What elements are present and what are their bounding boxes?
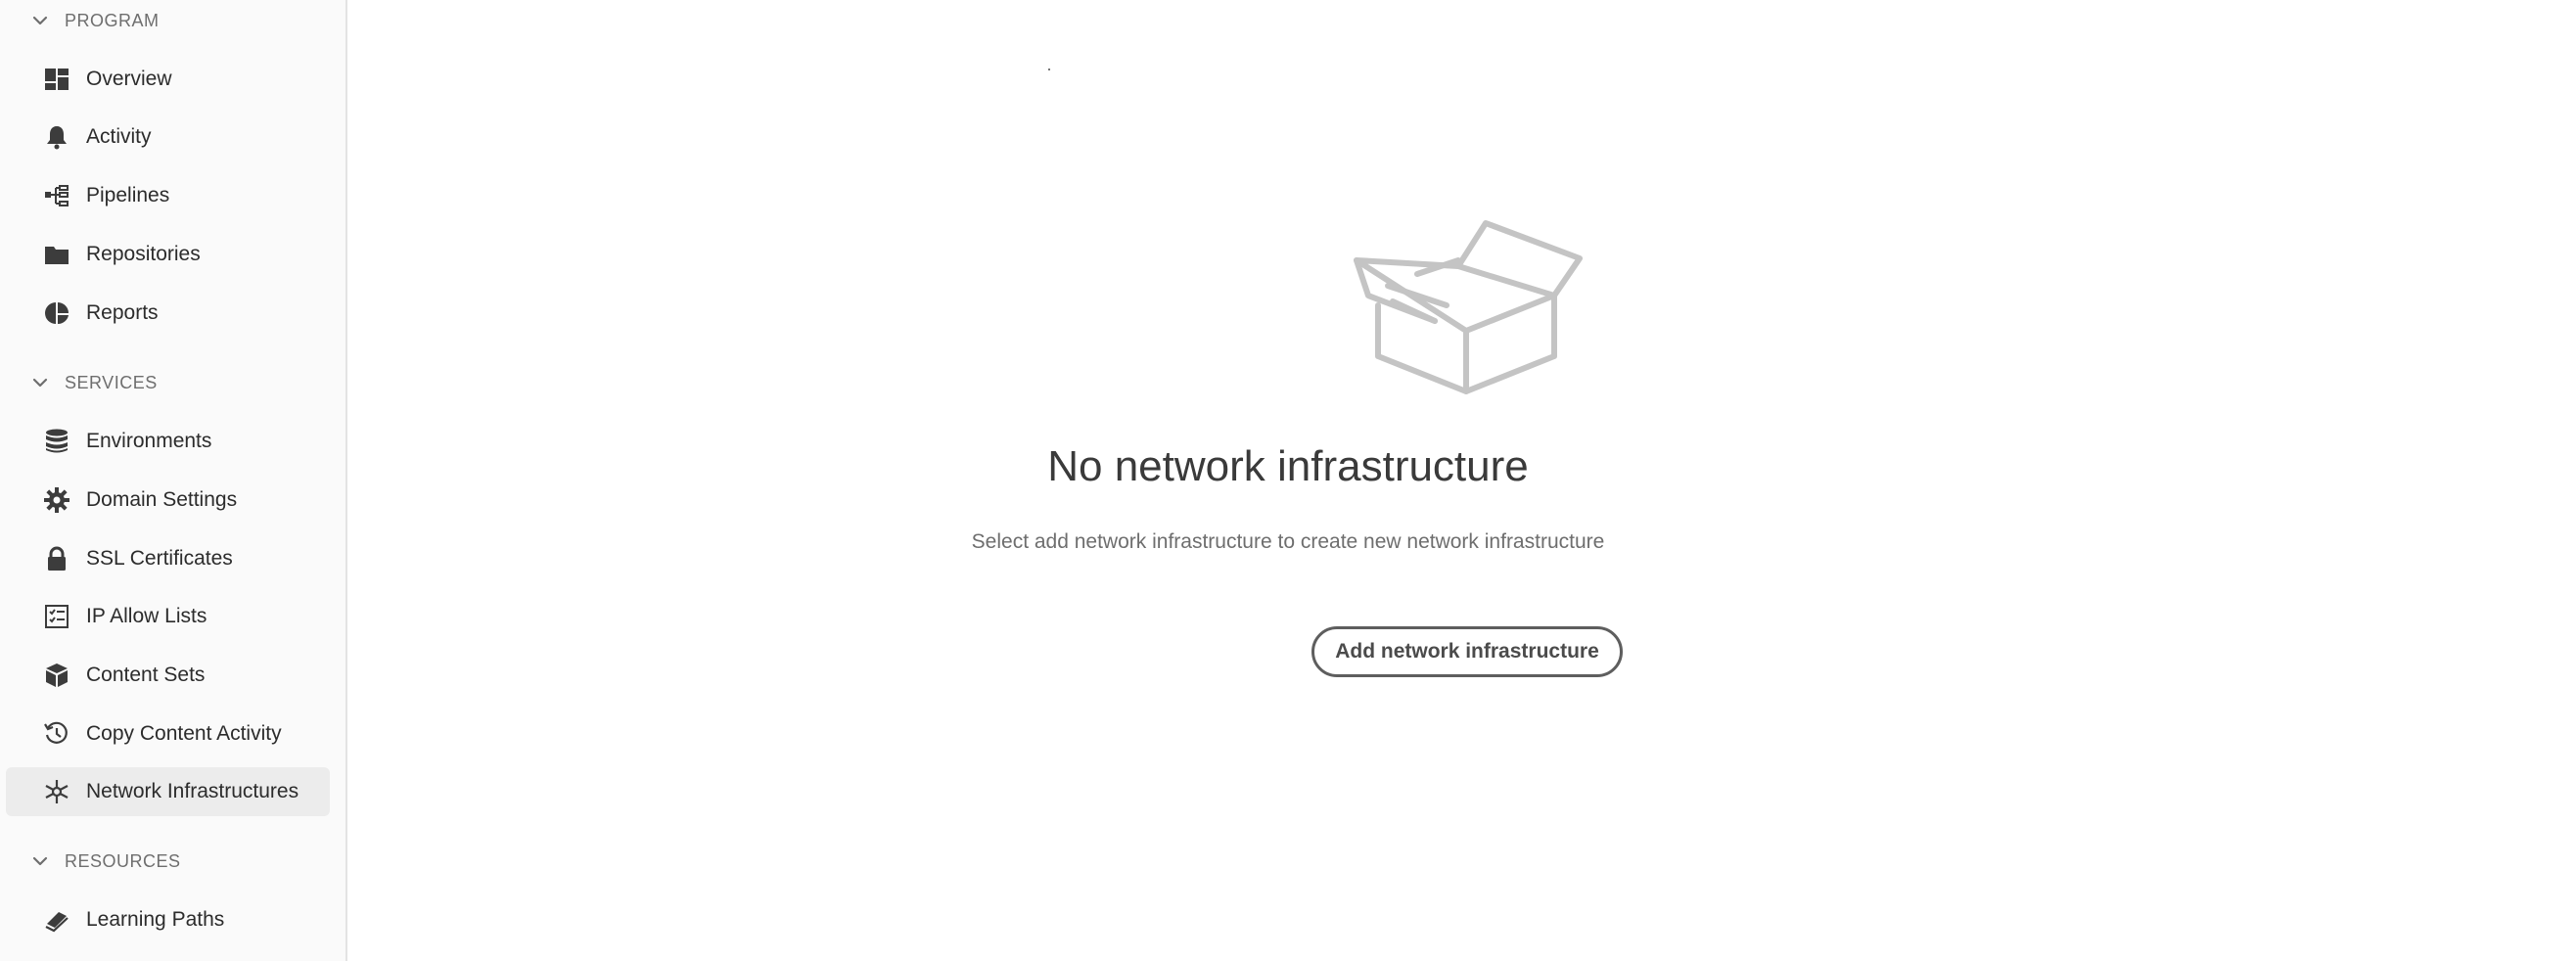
- sidebar-item-label: Copy Content Activity: [86, 722, 282, 745]
- stray-dot: [1048, 69, 1050, 70]
- dashboard-icon: [43, 66, 70, 93]
- pie-chart-icon: [43, 299, 70, 327]
- section-header-program[interactable]: PROGRAM: [29, 7, 160, 34]
- sidebar-item-repositories[interactable]: Repositories: [6, 230, 330, 279]
- empty-box-icon: [1354, 220, 1583, 394]
- section-header-services[interactable]: SERVICES: [29, 369, 158, 396]
- sidebar-item-label: Pipelines: [86, 184, 170, 206]
- sidebar-item-label: Domain Settings: [86, 488, 238, 511]
- chevron-down-icon: [29, 850, 51, 872]
- section-label: PROGRAM: [65, 10, 160, 30]
- sidebar-item-reports[interactable]: Reports: [6, 289, 330, 338]
- pipeline-icon: [43, 182, 70, 209]
- sidebar-item-activity[interactable]: Activity: [6, 113, 330, 161]
- sidebar-item-label: Overview: [86, 68, 172, 90]
- sidebar-item-label: Repositories: [86, 243, 201, 265]
- learning-icon: [43, 906, 70, 934]
- box-icon: [43, 662, 70, 689]
- sidebar-item-label: Network Infrastructures: [86, 780, 299, 802]
- sidebar-item-label: Learning Paths: [86, 908, 225, 931]
- empty-state-description: Select add network infrastructure to cre…: [971, 530, 1605, 553]
- sidebar-item-learning-paths[interactable]: Learning Paths: [6, 895, 330, 944]
- checklist-icon: [43, 603, 70, 630]
- chevron-down-icon: [29, 10, 51, 31]
- network-icon: [43, 778, 70, 805]
- empty-state-title: No network infrastructure: [1047, 442, 1529, 490]
- sidebar-item-ip-allow-lists[interactable]: IP Allow Lists: [6, 592, 330, 641]
- sidebar-item-label: Reports: [86, 301, 159, 324]
- chevron-down-icon: [29, 372, 51, 393]
- section-label: RESOURCES: [65, 850, 181, 871]
- sidebar-item-label: Activity: [86, 125, 152, 148]
- sidebar-item-label: Content Sets: [86, 664, 206, 686]
- sidebar-item-label: IP Allow Lists: [86, 605, 207, 627]
- section-header-resources[interactable]: RESOURCES: [29, 847, 181, 875]
- sidebar-item-network-infrastructures[interactable]: Network Infrastructures: [6, 767, 330, 816]
- sidebar-item-pipelines[interactable]: Pipelines: [6, 171, 330, 220]
- section-label: SERVICES: [65, 372, 158, 392]
- sidebar-item-overview[interactable]: Overview: [6, 55, 330, 104]
- sidebar-item-content-sets[interactable]: Content Sets: [6, 651, 330, 700]
- bell-icon: [43, 123, 70, 151]
- history-icon: [43, 720, 70, 748]
- add-network-infrastructure-button[interactable]: Add network infrastructure: [1311, 626, 1623, 677]
- folder-icon: [43, 241, 70, 268]
- sidebar-item-copy-content-activity[interactable]: Copy Content Activity: [6, 709, 330, 758]
